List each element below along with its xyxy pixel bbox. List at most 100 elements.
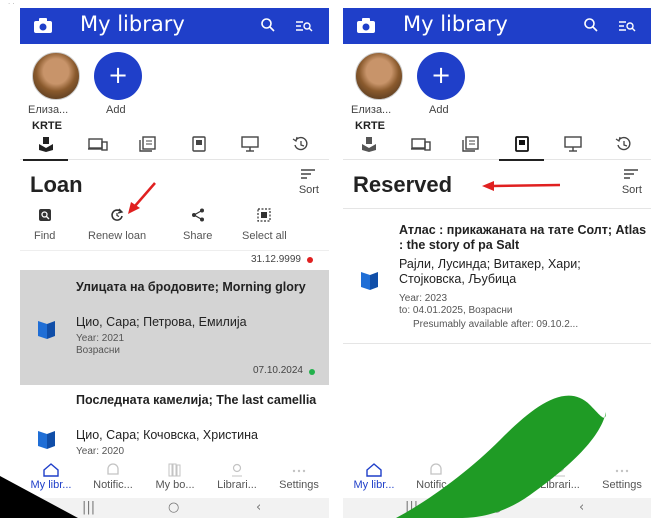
library-tab-icon xyxy=(462,136,479,152)
home-button[interactable]: ○ xyxy=(491,500,502,515)
find-label: Find xyxy=(34,230,56,242)
avatar[interactable] xyxy=(32,52,80,100)
book-title: Последната камелија; The last camellia xyxy=(76,393,317,407)
camera-icon[interactable] xyxy=(357,18,375,33)
availability-note: Presumably available after: 09.10.2... xyxy=(413,319,579,330)
phone-screen-reserved: My library + Елиза... Add KRTE Reserved xyxy=(343,8,651,518)
book-icon xyxy=(361,272,378,290)
tab-computer[interactable] xyxy=(224,128,275,160)
nav-notifications[interactable]: Notific... xyxy=(405,460,467,498)
search-icon[interactable] xyxy=(583,17,599,33)
book-authors: Рајли, Лусинда; Витакер, Хари; Стојковск… xyxy=(399,257,581,286)
share-button[interactable]: Share xyxy=(183,208,212,244)
nav-notifications[interactable]: Notific... xyxy=(82,460,144,498)
nav-label: Notific... xyxy=(93,479,133,491)
book-title: Улицата на бродовите; Morning glory xyxy=(76,280,306,294)
nav-libraries[interactable]: Librari... xyxy=(529,460,591,498)
filter-icon[interactable] xyxy=(295,19,313,33)
camera-icon[interactable] xyxy=(34,18,52,33)
book-authors: Цио, Сара; Кочовска, Христина xyxy=(76,428,258,442)
nav-settings[interactable]: Settings xyxy=(591,460,651,498)
computer-tab-icon xyxy=(241,136,259,152)
previous-item-due: 31.12.9999 xyxy=(20,250,329,268)
renew-icon xyxy=(111,208,124,221)
renew-loan-button[interactable]: Renew loan xyxy=(88,208,146,244)
app-bar: My library xyxy=(20,8,329,44)
library-tab-icon xyxy=(139,136,156,152)
recent-apps-button[interactable]: ||| xyxy=(82,500,95,515)
sort-button[interactable]: Sort xyxy=(612,168,642,198)
tab-library[interactable] xyxy=(122,128,173,160)
reservation-until: to: 04.01.2025, Возрасни xyxy=(399,305,513,316)
back-button[interactable]: ‹ xyxy=(579,500,584,515)
home-button[interactable]: ○ xyxy=(168,500,179,515)
bell-icon xyxy=(107,463,119,475)
bottom-navigation: My libr... Notific... Librari... Setting… xyxy=(343,460,651,498)
devices-tab-icon xyxy=(88,138,108,151)
add-account-button[interactable]: + xyxy=(417,52,465,100)
nav-my-library[interactable]: My libr... xyxy=(20,460,82,498)
tab-reserved[interactable] xyxy=(496,128,547,161)
find-icon xyxy=(38,209,51,221)
plus-icon: + xyxy=(107,61,129,89)
corner-mark: · · xyxy=(8,0,15,8)
select-all-icon xyxy=(257,208,271,222)
loan-tab-icon xyxy=(362,137,376,152)
tab-reserved[interactable] xyxy=(173,128,224,160)
account-name: Елиза... xyxy=(351,104,392,116)
nav-label: My libr... xyxy=(353,479,395,491)
loan-card[interactable]: Улицата на бродовите; Morning glory Цио,… xyxy=(20,270,329,385)
tab-bar xyxy=(20,128,329,161)
add-account-button[interactable]: + xyxy=(94,52,142,100)
computer-tab-icon xyxy=(564,136,582,152)
nav-label: Notific... xyxy=(416,479,456,491)
tab-library[interactable] xyxy=(445,128,496,160)
nav-my-books[interactable]: My bo... xyxy=(144,460,206,498)
tab-history[interactable] xyxy=(598,128,649,160)
app-bar: My library xyxy=(343,8,651,44)
phone-screen-loan: My library + Елиза... Add KRTE Loan Sort… xyxy=(20,8,329,518)
section-title-reserved: Reserved xyxy=(353,172,453,197)
nav-libraries[interactable]: Librari... xyxy=(206,460,268,498)
section-title-loan: Loan xyxy=(30,172,83,197)
tab-devices[interactable] xyxy=(394,128,445,160)
reserved-tab-icon xyxy=(515,136,529,152)
book-icon xyxy=(38,431,55,449)
book-year: Year: 2021 xyxy=(76,333,125,344)
nav-settings[interactable]: Settings xyxy=(268,460,329,498)
tab-computer[interactable] xyxy=(547,128,598,160)
nav-my-library[interactable]: My libr... xyxy=(343,460,405,498)
select-all-label: Select all xyxy=(242,230,287,242)
due-date: 07.10.2024 xyxy=(252,365,303,376)
tab-bar xyxy=(343,128,651,161)
find-button[interactable]: Find xyxy=(34,208,55,244)
home-icon xyxy=(43,463,59,477)
back-button[interactable]: ‹ xyxy=(256,500,261,515)
search-icon[interactable] xyxy=(260,17,276,33)
sort-icon xyxy=(624,169,638,179)
tab-history[interactable] xyxy=(275,128,326,160)
history-tab-icon xyxy=(615,136,631,151)
book-year: Year: 2020 xyxy=(76,446,125,457)
avatar[interactable] xyxy=(355,52,403,100)
select-all-button[interactable]: Select all xyxy=(242,208,287,244)
status-dot-green xyxy=(309,369,315,375)
filter-icon[interactable] xyxy=(618,19,636,33)
recent-apps-button[interactable]: ||| xyxy=(405,500,418,515)
add-label: Add xyxy=(106,104,126,116)
reservation-card[interactable]: Атлас : прикажаната на тате Солт; Atlas … xyxy=(343,208,651,344)
app-title: My library xyxy=(80,12,185,36)
reserved-tab-icon xyxy=(192,136,206,152)
sort-label: Sort xyxy=(298,184,319,196)
sort-button[interactable]: Sort xyxy=(289,168,319,198)
book-audience: Возрасни xyxy=(76,345,120,356)
devices-tab-icon xyxy=(411,138,431,151)
account-name: Елиза... xyxy=(28,104,69,116)
loan-card[interactable]: Последната камелија; The last camellia Ц… xyxy=(20,388,329,460)
sort-icon xyxy=(301,169,315,179)
tab-loan[interactable] xyxy=(343,128,394,160)
action-row: Find Renew loan Share Select all xyxy=(20,208,329,244)
tab-loan[interactable] xyxy=(20,128,71,161)
tab-devices[interactable] xyxy=(71,128,122,160)
share-label: Share xyxy=(183,230,213,242)
